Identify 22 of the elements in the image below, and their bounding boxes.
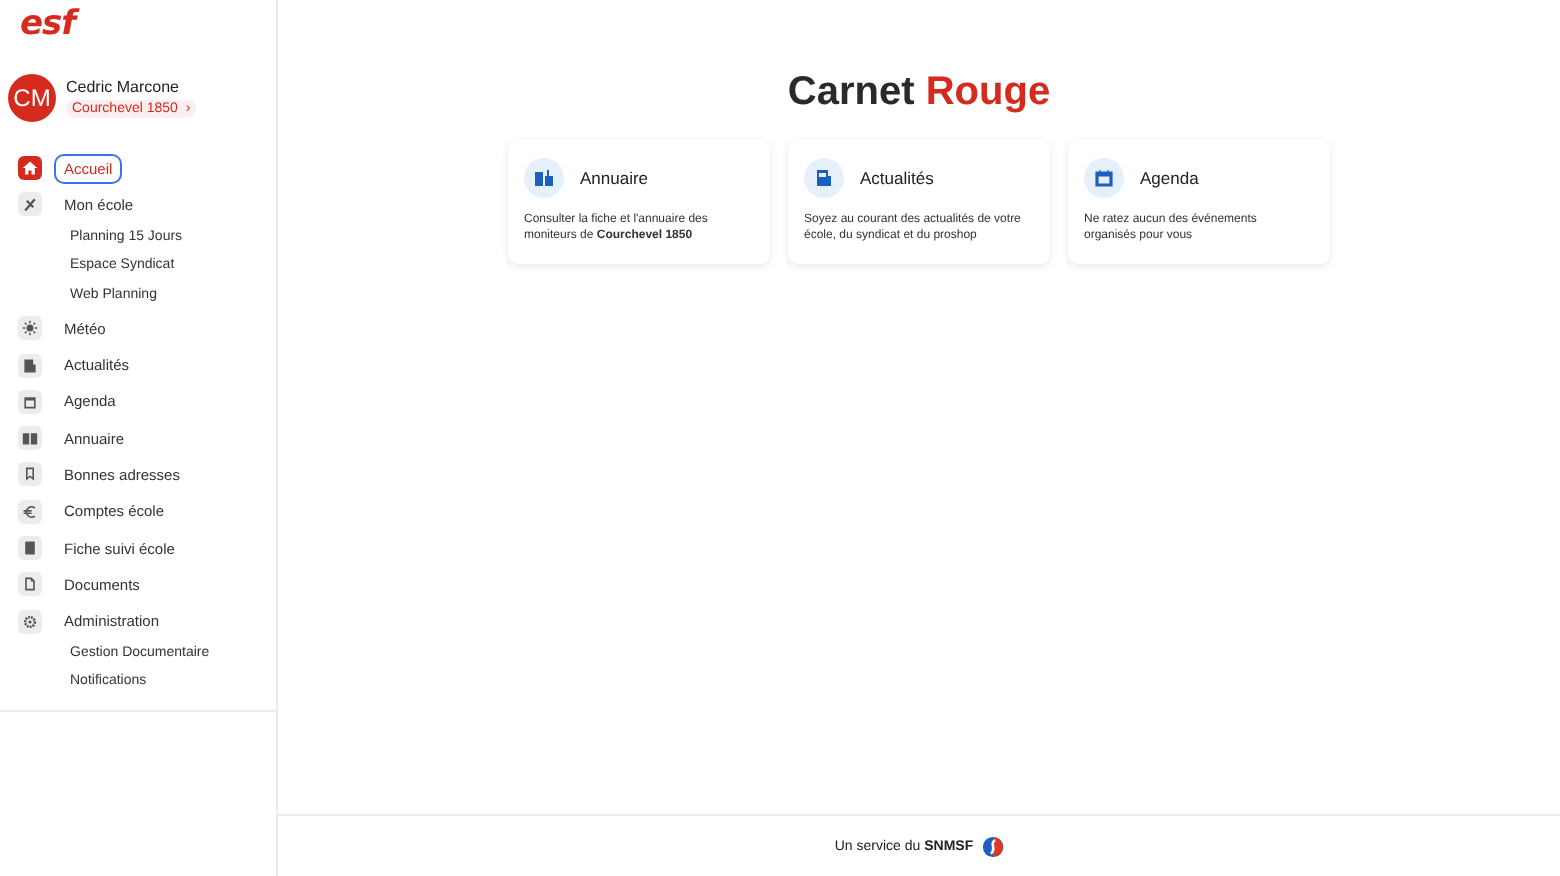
avatar: CM <box>8 74 56 122</box>
card-title: Actualités <box>860 168 934 188</box>
nav-icon <box>18 609 42 634</box>
nav-icon <box>18 462 42 487</box>
nav-icon <box>18 536 42 561</box>
card-icon <box>524 158 564 198</box>
esf-logo: esf <box>18 2 76 44</box>
card-title: Annuaire <box>580 168 649 188</box>
nav-icon <box>18 192 42 217</box>
nav-icon <box>18 156 42 181</box>
nav-icon <box>18 572 42 597</box>
nav-icon <box>18 353 42 378</box>
card-icon <box>1084 158 1124 198</box>
snmsf-logo <box>981 835 1004 857</box>
nav-icon <box>18 316 42 341</box>
user-name: Cedric Marcone <box>66 78 179 96</box>
nav-icon <box>18 389 42 414</box>
card-title: Agenda <box>1140 168 1199 188</box>
nav-icon <box>18 499 42 524</box>
page-title: Carnet Rouge <box>787 68 1051 116</box>
card-icon <box>804 158 844 198</box>
nav-icon <box>18 426 42 451</box>
